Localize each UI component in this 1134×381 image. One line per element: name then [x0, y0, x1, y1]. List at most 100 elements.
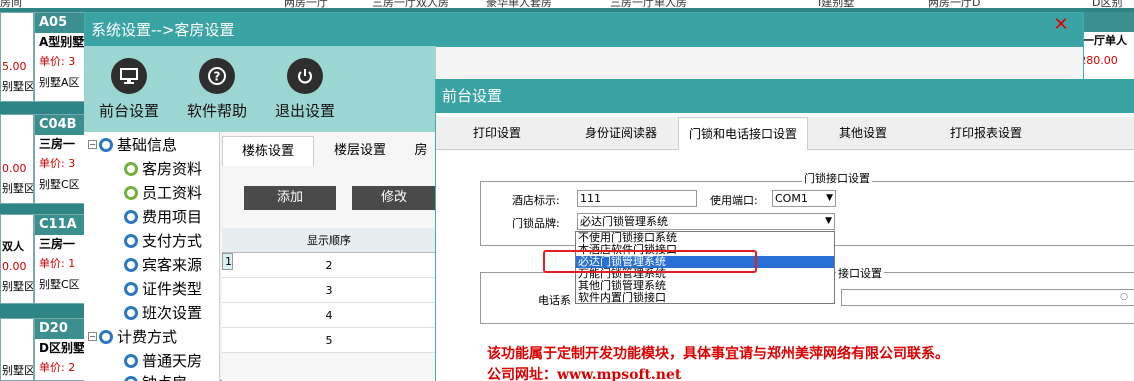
tree-item-hourly-room[interactable]: 钟点房	[124, 372, 187, 381]
collapse-icon[interactable]: −	[88, 140, 97, 149]
card-price: 0.00	[2, 162, 27, 175]
tab-building-settings[interactable]: 楼栋设置	[222, 136, 314, 166]
column-header[interactable]: 显示顺序	[222, 228, 436, 253]
table-row[interactable]: 2	[222, 253, 436, 278]
tab-report-print[interactable]: 打印报表设置	[936, 117, 1036, 150]
strip-label: 两房一厅	[284, 0, 328, 8]
gear-icon	[124, 209, 138, 224]
room-card-fragment[interactable]: 别墅区	[0, 318, 34, 381]
toolbar-label: 退出设置	[274, 102, 335, 120]
tab-id-reader[interactable]: 身份证阅读器	[566, 117, 676, 150]
hotel-id-input[interactable]: 111	[577, 190, 697, 207]
svg-text:?: ?	[214, 70, 221, 84]
gear-icon	[124, 353, 138, 368]
tree-item-label: 客房资料	[142, 160, 203, 178]
highlight-annotation	[543, 250, 757, 273]
tree-node-label: 基础信息	[117, 136, 178, 154]
card-type: 双人	[2, 240, 24, 253]
tree-item-label: 证件类型	[142, 280, 203, 298]
screen: 房间 两房一厅 三房一厅双人房 豪华单人套房 三房一厅单人房 I建别墅 两房一厅…	[0, 0, 1134, 381]
lock-group-title: 门锁接口设置	[802, 170, 872, 186]
collapse-icon[interactable]: −	[88, 332, 97, 341]
building-panel: 楼栋设置 楼层设置 房 添加 修改 显示顺序 1 2 3 4 5	[222, 132, 436, 381]
dialog-title: 前台设置	[436, 79, 1134, 113]
room-header-strip: 房间 两房一厅 三房一厅双人房 豪华单人套房 三房一厅单人房 I建别墅 两房一厅…	[0, 0, 1134, 8]
tree-node-billing[interactable]: − 计费方式	[88, 326, 177, 347]
card-area: 别墅区	[2, 80, 34, 93]
phone-system-select[interactable]: ○	[841, 289, 1134, 306]
phone-group-title: 接口设置	[836, 265, 884, 281]
tree-item-shift-settings[interactable]: 班次设置	[124, 302, 202, 323]
tree-item-label: 宾客来源	[142, 256, 203, 274]
tab-print-settings[interactable]: 打印设置	[454, 117, 540, 150]
tab-other-settings[interactable]: 其他设置	[820, 117, 906, 150]
tab-lock-phone[interactable]: 门锁和电话接口设置	[678, 117, 808, 150]
room-card-fragment[interactable]: 0.00 别墅区	[0, 114, 34, 204]
room-card-fragment[interactable]: 5.00 别墅区	[0, 12, 34, 102]
brand-value: 必达门锁管理系统	[580, 215, 668, 228]
strip-label: 三房一厅单人房	[610, 0, 687, 8]
gear-icon	[99, 137, 113, 152]
tree-item-label: 班次设置	[142, 304, 203, 322]
tab-room-settings[interactable]: 房	[406, 136, 436, 166]
tab-floor-settings[interactable]: 楼层设置	[314, 136, 406, 166]
gear-icon	[124, 257, 138, 272]
gear-icon	[124, 281, 138, 296]
port-value: COM1	[775, 192, 808, 205]
gear-icon	[124, 185, 138, 200]
toolbar: 前台设置 ? 软件帮助 退出设置	[84, 46, 436, 132]
gear-icon	[99, 329, 113, 344]
edit-button[interactable]: 修改	[352, 186, 436, 210]
strip-label: 豪华单人套房	[486, 0, 552, 8]
gear-icon	[124, 375, 138, 381]
tree-item-room-data[interactable]: 客房资料	[124, 158, 202, 179]
card-area: 别墅区	[2, 280, 34, 293]
card-price: 5.00	[2, 60, 27, 73]
exit-settings-button[interactable]: 退出设置	[260, 46, 350, 121]
monitor-icon	[111, 58, 147, 94]
tree-item-label: 费用项目	[142, 208, 203, 226]
room-card-fragment[interactable]: 双人 0.00 别墅区	[0, 214, 34, 304]
table-row[interactable]: 4	[222, 303, 436, 328]
window-title: 系统设置-->客房设置	[85, 13, 1083, 47]
tree-item-guest-source[interactable]: 宾客来源	[124, 254, 202, 275]
custom-feature-notice: 该功能属于定制开发功能模块，具体事宜请与郑州美萍网络有限公司联系。	[487, 346, 949, 362]
company-website[interactable]: 公司网址：www.mpsoft.net	[487, 364, 681, 381]
close-icon[interactable]: ✕	[1052, 16, 1070, 34]
gear-icon	[124, 305, 138, 320]
lock-brand-select[interactable]: 必达门锁管理系统 ▼	[577, 213, 835, 230]
strip-label: 房间	[0, 0, 22, 8]
hotel-id-label: 酒店标示:	[512, 194, 560, 207]
tree-item-normal-day-room[interactable]: 普通天房	[124, 350, 202, 371]
card-area: 别墅区	[2, 364, 34, 377]
phone-label: 电话系	[538, 294, 571, 307]
toolbar-label: 软件帮助	[186, 102, 247, 120]
card-price: 0.00	[2, 260, 27, 273]
help-icon: ?	[199, 58, 235, 94]
card-area: 别墅区	[2, 182, 34, 195]
table-row[interactable]: 1	[222, 253, 233, 270]
gear-icon	[124, 161, 138, 176]
tree-item-fee-items[interactable]: 费用项目	[124, 206, 202, 227]
tree-item-id-types[interactable]: 证件类型	[124, 278, 202, 299]
tree-item-label: 员工资料	[142, 184, 203, 202]
brand-label: 门锁品牌:	[512, 217, 560, 230]
chevron-down-icon: ▼	[826, 193, 833, 203]
dropdown-option[interactable]: 软件内置门锁接口	[576, 292, 834, 304]
table-row[interactable]: 3	[222, 278, 436, 303]
order-grid: 显示顺序 1 2 3 4 5	[222, 228, 436, 353]
add-button[interactable]: 添加	[244, 186, 336, 210]
front-desk-settings-button[interactable]: 前台设置	[84, 46, 174, 121]
tree-node-label: 计费方式	[117, 328, 178, 346]
tree-item-label: 钟点房	[142, 372, 187, 381]
port-label: 使用端口:	[710, 194, 758, 207]
software-help-button[interactable]: ? 软件帮助	[172, 46, 262, 121]
strip-label: D区别	[1092, 0, 1123, 8]
port-select[interactable]: COM1 ▼	[772, 190, 836, 207]
table-row[interactable]: 5	[222, 328, 436, 353]
power-icon	[287, 58, 323, 94]
tree-item-payment-methods[interactable]: 支付方式	[124, 230, 202, 251]
dialog-tabs: 打印设置 身份证阅读器 门锁和电话接口设置 其他设置 打印报表设置	[436, 117, 1134, 150]
tree-item-staff-data[interactable]: 员工资料	[124, 182, 202, 203]
tree-node-base-info[interactable]: − 基础信息	[88, 134, 177, 155]
